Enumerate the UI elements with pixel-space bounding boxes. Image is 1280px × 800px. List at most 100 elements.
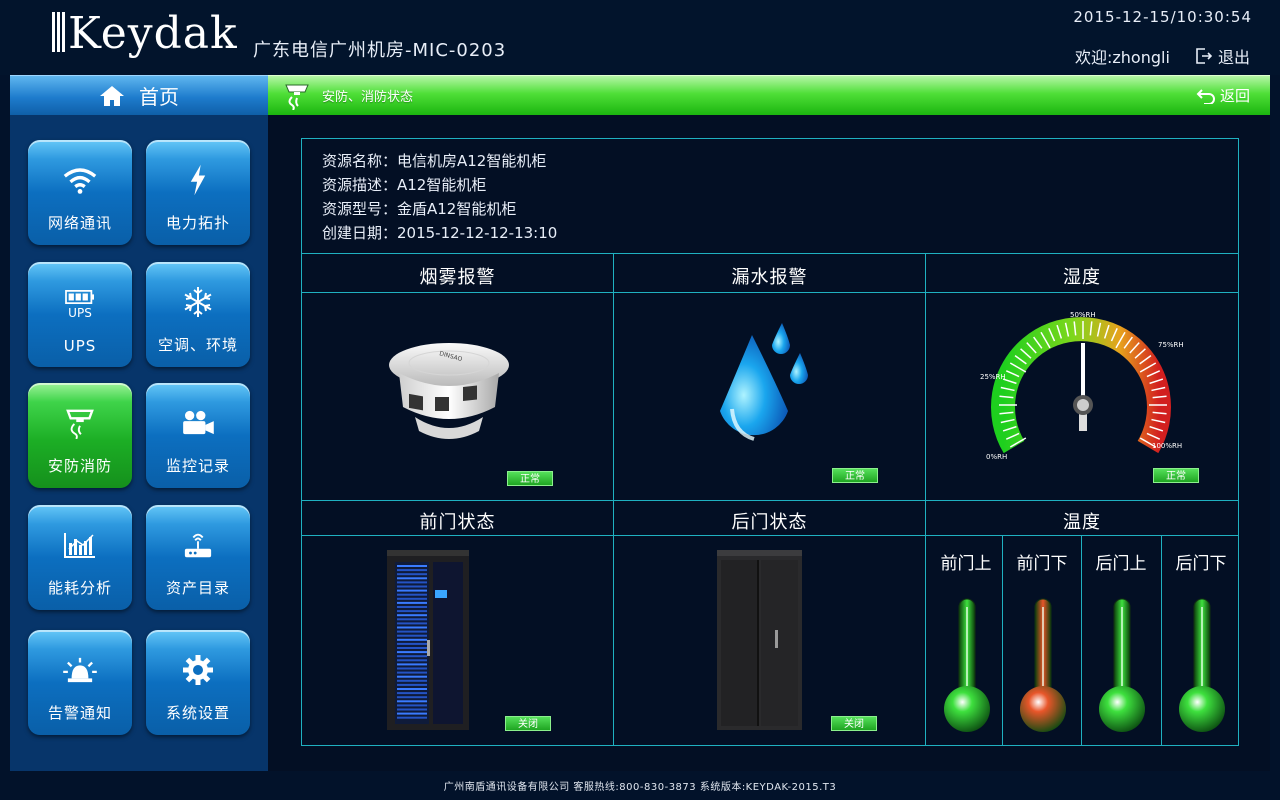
nav-tile-power[interactable]: 电力拓扑 <box>146 140 250 245</box>
smoke-status-badge: 正常 <box>507 471 553 486</box>
water-drop-image <box>720 323 808 441</box>
logout-button[interactable]: 退出 <box>1195 44 1250 68</box>
rack-unit <box>397 663 427 666</box>
datetime: 2015-12-15/10:30:54 <box>1073 8 1252 26</box>
nav-tile-settings[interactable]: 系统设置 <box>146 630 250 735</box>
rack-unit <box>397 692 427 695</box>
battery-icon: UPS <box>60 287 100 323</box>
rack-unit <box>397 642 427 645</box>
rack-unit <box>397 716 427 719</box>
rack-unit <box>397 667 427 670</box>
humidity-tick-25: 25%RH <box>980 373 1006 381</box>
rack-unit <box>397 618 427 621</box>
nav-tile-label: 资产目录 <box>165 579 230 597</box>
humidity-status-badge: 正常 <box>1153 468 1199 483</box>
rack-unit <box>397 606 427 608</box>
snowflake-icon <box>178 284 218 320</box>
temp-sensor-label: 后门上 <box>1095 554 1147 574</box>
rack-unit <box>397 634 427 637</box>
rack-unit <box>397 679 427 682</box>
rack-unit <box>397 573 427 576</box>
rack-unit <box>397 647 427 649</box>
nav-tile-label: 监控记录 <box>165 457 230 475</box>
rack-unit <box>397 638 427 641</box>
rack-unit <box>397 675 427 678</box>
nav-tile-label: 安防消防 <box>47 457 112 475</box>
smoke-detector-image: DINSAO <box>389 343 509 439</box>
gear-icon <box>178 652 218 688</box>
divider <box>613 254 614 745</box>
divider <box>302 500 1238 501</box>
rack-unit <box>397 597 427 600</box>
resource-name: 资源名称：电信机房A12智能机柜 <box>322 152 547 170</box>
rack-unit <box>397 700 427 703</box>
rack-unit <box>397 589 427 592</box>
divider <box>925 254 926 745</box>
rack-unit <box>397 585 427 588</box>
bar-chart-icon <box>60 527 100 563</box>
battery-icon-text: UPS <box>68 306 92 320</box>
rack-unit <box>397 577 427 580</box>
nav-tile-network[interactable]: 网络通讯 <box>28 140 132 245</box>
humidity-tick-100: 100%RH <box>1152 442 1182 450</box>
divider <box>302 292 1238 293</box>
thermometer-icon <box>1018 597 1068 741</box>
rack-unit <box>397 622 427 625</box>
lightning-icon <box>178 162 218 198</box>
nav-tile-label: 电力拓扑 <box>165 214 230 232</box>
rack-unit <box>397 671 427 674</box>
temp-sensor-label: 后门下 <box>1175 554 1227 574</box>
status-grid: 资源名称：电信机房A12智能机柜 资源描述：A12智能机柜 资源型号：金盾A12… <box>301 138 1239 746</box>
smoke-alarm-title: 烟雾报警 <box>419 267 496 288</box>
nav-tile-alarm[interactable]: 告警通知 <box>28 630 132 735</box>
thermometer-icon <box>942 597 992 741</box>
camera-icon <box>178 405 218 441</box>
humidity-tick-0: 0%RH <box>986 453 1007 461</box>
resource-desc: 资源描述：A12智能机柜 <box>322 176 487 194</box>
nav-tile-label: 能耗分析 <box>47 579 112 597</box>
rack-unit <box>397 688 427 690</box>
rack-unit <box>397 614 427 617</box>
nav-tile-monitoring[interactable]: 监控记录 <box>146 383 250 488</box>
rack-unit <box>397 651 427 654</box>
nav-tile-label: 系统设置 <box>165 704 230 722</box>
siren-icon <box>60 652 100 688</box>
section-header: 安防、消防状态 返回 <box>268 75 1270 115</box>
rack-unit <box>397 708 427 711</box>
back-door-status-badge: 关闭 <box>831 716 877 731</box>
back-cabinet-image <box>717 550 802 730</box>
sidebar: 网络通讯 电力拓扑 UPS UPS 空调、环境 安防消防 监控记录 能耗分析 资… <box>10 115 268 771</box>
nav-tile-security[interactable]: 安防消防 <box>28 383 132 488</box>
home-button[interactable]: 首页 <box>10 75 268 115</box>
rack-unit <box>397 712 427 715</box>
nav-tile-assets[interactable]: 资产目录 <box>146 505 250 610</box>
resource-created: 创建日期：2015-12-12-12-13:10 <box>322 224 558 242</box>
home-label: 首页 <box>139 85 179 109</box>
footer: 广州南盾通讯设备有限公司 客服热线:800-830-3873 系统版本:KEYD… <box>0 771 1280 800</box>
rack-unit <box>397 696 427 699</box>
rack-unit <box>397 630 427 633</box>
thermometer-icon <box>1177 597 1227 741</box>
humidity-tick-50: 50%RH <box>1070 311 1096 319</box>
back-door-title: 后门状态 <box>731 512 808 533</box>
rack-unit <box>397 626 427 629</box>
logo-text: Keydak <box>68 8 238 59</box>
rack-unit <box>397 659 427 662</box>
site-title: 广东电信广州机房-MIC-0203 <box>253 40 507 61</box>
front-cabinet-image <box>387 550 469 730</box>
nav-tile-label: 网络通讯 <box>47 214 112 232</box>
wifi-icon <box>60 162 100 198</box>
temp-sensor-label: 前门下 <box>1016 554 1068 574</box>
back-button[interactable]: 返回 <box>1196 85 1250 106</box>
section-title: 安防、消防状态 <box>322 90 414 105</box>
rack-unit <box>397 569 427 572</box>
logout-icon <box>1196 48 1212 64</box>
nav-tile-energy[interactable]: 能耗分析 <box>28 505 132 610</box>
nav-tile-hvac[interactable]: 空调、环境 <box>146 262 250 367</box>
header: Keydak 广东电信广州机房-MIC-0203 2015-12-15/10:3… <box>0 0 1280 75</box>
rack-unit <box>397 581 427 584</box>
humidity-tick-75: 75%RH <box>1158 341 1184 349</box>
humidity-gauge: 0%RH 25%RH 50%RH 75%RH 100%RH <box>980 311 1184 461</box>
back-label: 返回 <box>1219 87 1250 105</box>
nav-tile-ups[interactable]: UPS UPS <box>28 262 132 367</box>
